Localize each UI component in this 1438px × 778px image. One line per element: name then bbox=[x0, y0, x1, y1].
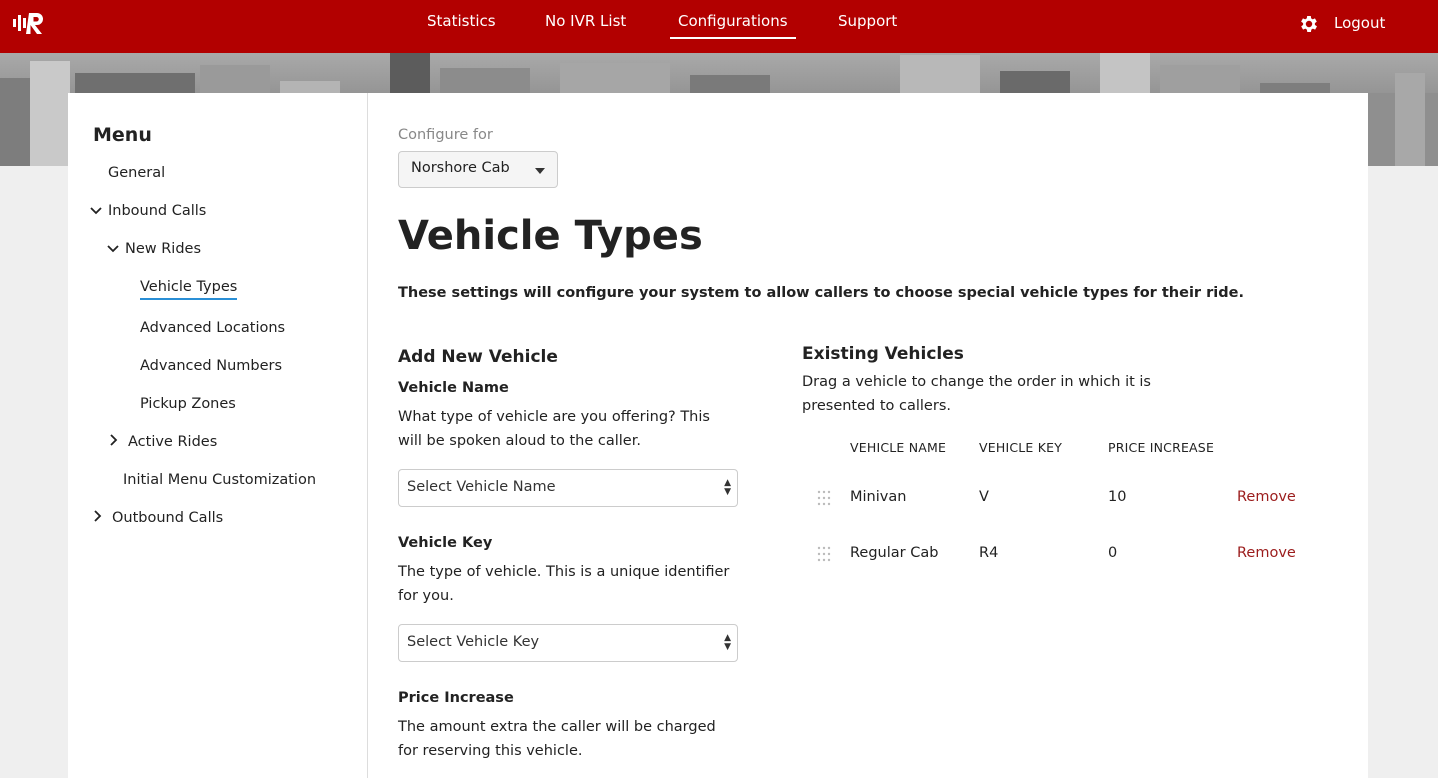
nav-support[interactable]: Support bbox=[838, 12, 897, 30]
ir-logo-icon[interactable] bbox=[13, 11, 47, 35]
sidebar-item-label: Outbound Calls bbox=[112, 510, 224, 526]
add-new-vehicle-heading: Add New Vehicle bbox=[398, 347, 558, 367]
sidebar-item-label: Pickup Zones bbox=[140, 396, 236, 412]
sidebar-item-pickup-zones[interactable]: Pickup Zones bbox=[140, 396, 236, 412]
vehicle-name-select[interactable]: Select Vehicle Name ▲ ▼ bbox=[398, 469, 738, 507]
sidebar-item-inbound-calls[interactable]: Inbound Calls bbox=[90, 203, 206, 219]
sidebar-item-label: Vehicle Types bbox=[140, 279, 238, 295]
column-header-vehicle-key: VEHICLE KEY bbox=[979, 440, 1063, 455]
price-increase-label: Price Increase bbox=[398, 690, 514, 706]
select-arrows-icon: ▲ ▼ bbox=[724, 633, 731, 652]
vehicle-key-help: The type of vehicle. This is a unique id… bbox=[398, 564, 730, 604]
gear-icon[interactable] bbox=[1298, 13, 1320, 35]
column-header-vehicle-name: VEHICLE NAME bbox=[850, 440, 947, 455]
vehicle-name-help: What type of vehicle are you offering? T… bbox=[398, 409, 710, 449]
chevron-right-icon[interactable] bbox=[94, 510, 108, 525]
page-description: These settings will configure your syste… bbox=[398, 285, 1244, 301]
vehicle-key-select[interactable]: Select Vehicle Key ▲ ▼ bbox=[398, 624, 738, 662]
sidebar-item-label: Inbound Calls bbox=[108, 203, 207, 219]
top-nav-bar: Statistics No IVR List Configurations Su… bbox=[0, 0, 1438, 53]
menu-title: Menu bbox=[93, 124, 152, 146]
sidebar-item-active-rides[interactable]: Active Rides bbox=[110, 434, 217, 450]
remove-button[interactable]: Remove bbox=[1237, 545, 1296, 561]
sidebar-item-initial-menu-customization[interactable]: Initial Menu Customization bbox=[123, 472, 316, 488]
vehicle-name-cell: Minivan bbox=[850, 489, 907, 505]
remove-button[interactable]: Remove bbox=[1237, 489, 1296, 505]
select-placeholder: Select Vehicle Key bbox=[407, 634, 540, 650]
chevron-down-icon[interactable] bbox=[90, 204, 104, 218]
nav-no-ivr-list[interactable]: No IVR List bbox=[545, 12, 626, 30]
sidebar-item-advanced-numbers[interactable]: Advanced Numbers bbox=[140, 358, 282, 374]
vehicle-key-cell: V bbox=[979, 489, 989, 505]
existing-vehicles-heading: Existing Vehicles bbox=[802, 344, 964, 364]
vehicle-name-cell: Regular Cab bbox=[850, 545, 939, 561]
drag-handle-icon[interactable] bbox=[815, 489, 833, 507]
caret-down-icon bbox=[535, 168, 545, 174]
sidebar-item-label: Active Rides bbox=[128, 434, 218, 450]
sidebar-item-label: Initial Menu Customization bbox=[123, 472, 317, 488]
sidebar-item-outbound-calls[interactable]: Outbound Calls bbox=[94, 510, 223, 526]
sidebar-item-advanced-locations[interactable]: Advanced Locations bbox=[140, 320, 285, 336]
sidebar-item-label: Advanced Locations bbox=[140, 320, 286, 336]
vehicle-key-label: Vehicle Key bbox=[398, 535, 493, 551]
price-increase-help: The amount extra the caller will be char… bbox=[398, 719, 716, 759]
column-header-price-increase: PRICE INCREASE bbox=[1108, 440, 1215, 455]
drag-handle-icon[interactable] bbox=[815, 545, 833, 563]
nav-configurations[interactable]: Configurations bbox=[670, 12, 796, 39]
configure-for-label: Configure for bbox=[398, 127, 493, 143]
sidebar-item-vehicle-types[interactable]: Vehicle Types bbox=[140, 279, 238, 300]
sidebar-item-label: Advanced Numbers bbox=[140, 358, 283, 374]
chevron-down-icon[interactable] bbox=[107, 242, 121, 256]
price-increase-cell: 0 bbox=[1108, 545, 1118, 561]
price-increase-cell: 10 bbox=[1108, 489, 1127, 505]
vehicle-key-cell: R4 bbox=[979, 545, 999, 561]
existing-vehicles-help: Drag a vehicle to change the order in wh… bbox=[802, 374, 1151, 414]
logout-link[interactable]: Logout bbox=[1334, 14, 1385, 32]
vehicle-name-label: Vehicle Name bbox=[398, 380, 509, 396]
select-placeholder: Select Vehicle Name bbox=[407, 479, 556, 495]
configure-for-dropdown[interactable]: Norshore Cab bbox=[398, 151, 558, 188]
sidebar-item-label: New Rides bbox=[125, 241, 202, 257]
sidebar-item-new-rides[interactable]: New Rides bbox=[107, 241, 201, 257]
sidebar-menu: Menu General Inbound Calls New Rides Veh… bbox=[68, 93, 368, 778]
chevron-right-icon[interactable] bbox=[110, 434, 124, 449]
content-card: Menu General Inbound Calls New Rides Veh… bbox=[68, 93, 1368, 778]
sidebar-item-general[interactable]: General bbox=[108, 165, 165, 181]
nav-statistics[interactable]: Statistics bbox=[427, 12, 496, 30]
dropdown-value: Norshore Cab bbox=[411, 160, 510, 176]
sidebar-item-label: General bbox=[108, 165, 166, 181]
page-title: Vehicle Types bbox=[398, 213, 703, 259]
select-arrows-icon: ▲ ▼ bbox=[724, 478, 731, 497]
